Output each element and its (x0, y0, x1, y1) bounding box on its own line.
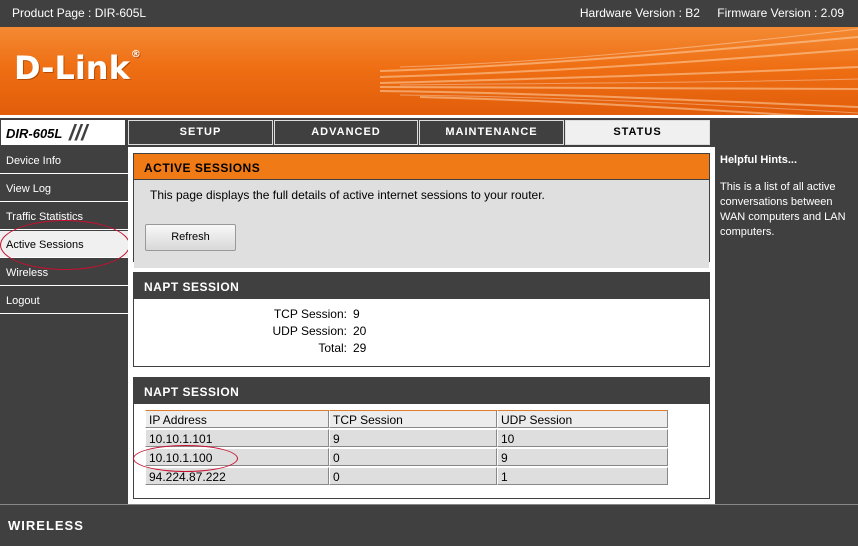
table-cell-udp: 1 (497, 467, 668, 485)
refresh-button[interactable]: Refresh (145, 224, 236, 251)
main-nav: DIR-605L /// SETUP ADVANCED MAINTENANCE … (0, 118, 858, 147)
table-cell-udp: 9 (497, 448, 668, 466)
sidebar-item-device-info[interactable]: Device Info (0, 147, 128, 174)
tab-status[interactable]: STATUS (565, 120, 710, 145)
stat-label: Total: (318, 341, 347, 355)
tab-advanced[interactable]: ADVANCED (274, 120, 418, 145)
sidebar-item-active-sessions[interactable]: Active Sessions (0, 231, 128, 258)
table-cell-tcp: 0 (329, 467, 497, 485)
banner-streaks-decoration (380, 28, 858, 115)
table-cell-ip: 10.10.1.101 (145, 429, 329, 447)
table-cell-tcp: 9 (329, 429, 497, 447)
stat-label: TCP Session: (273, 307, 347, 321)
stat-value: 29 (353, 341, 367, 355)
table-cell-tcp: 0 (329, 448, 497, 466)
table-row: 10.10.1.100 0 9 (145, 448, 668, 467)
sidebar-item-traffic-statistics[interactable]: Traffic Statistics (0, 203, 128, 230)
table-cell-udp: 10 (497, 429, 668, 447)
sidebar-item-wireless[interactable]: Wireless (0, 259, 128, 286)
sidebar: Device Info View Log Traffic Statistics … (0, 147, 128, 504)
sidebar-item-logout[interactable]: Logout (0, 287, 128, 314)
brand-banner: D-Link® (0, 27, 858, 115)
top-info-bar: Product Page : DIR-605L Hardware Version… (0, 0, 858, 27)
hints-body: This is a list of all active conversatio… (720, 181, 846, 238)
stat-value: 20 (353, 324, 367, 338)
logo-text: D-Link (14, 49, 130, 87)
model-slashes-decoration: /// (69, 120, 88, 145)
column-header-ip: IP Address (145, 410, 329, 428)
main-content: ACTIVE SESSIONS This page displays the f… (128, 147, 715, 504)
napt-table-title: NAPT SESSION (134, 378, 709, 404)
product-page-label: Product Page : DIR-605L (12, 6, 147, 20)
model-name: DIR-605L (6, 126, 63, 141)
tab-maintenance[interactable]: MAINTENANCE (419, 120, 564, 145)
sidebar-item-view-log[interactable]: View Log (0, 175, 128, 202)
footer-wireless-label: WIRELESS (8, 518, 84, 533)
napt-summary-stats: TCP Session: 9 UDP Session: 20 Total: 29 (134, 299, 709, 365)
footer: WIRELESS (0, 504, 858, 546)
table-row: 94.224.87.222 0 1 (145, 467, 668, 486)
napt-table-panel: NAPT SESSION IP Address TCP Session UDP … (133, 377, 710, 499)
version-info: Hardware Version : B2 Firmware Version :… (566, 6, 844, 20)
active-sessions-description: This page displays the full details of a… (150, 188, 545, 202)
napt-summary-panel: NAPT SESSION TCP Session: 9 UDP Session:… (133, 272, 710, 367)
helpful-hints-panel: Helpful Hints... This is a list of all a… (715, 147, 858, 504)
active-sessions-title: ACTIVE SESSIONS (134, 154, 709, 180)
table-cell-ip: 94.224.87.222 (145, 467, 329, 485)
active-sessions-panel: ACTIVE SESSIONS This page displays the f… (133, 153, 710, 268)
active-sessions-intro: This page displays the full details of a… (134, 180, 709, 268)
hardware-version: Hardware Version : B2 (579, 6, 700, 20)
model-badge: DIR-605L /// (0, 119, 126, 146)
napt-summary-title: NAPT SESSION (134, 273, 709, 299)
firmware-version: Firmware Version : 2.09 (717, 6, 844, 20)
table-row: 10.10.1.101 9 10 (145, 429, 668, 448)
column-header-udp: UDP Session (497, 410, 668, 428)
table-header-row: IP Address TCP Session UDP Session (145, 410, 668, 429)
stat-label: UDP Session: (272, 324, 347, 338)
table-cell-ip: 10.10.1.100 (145, 448, 329, 466)
tab-setup[interactable]: SETUP (128, 120, 273, 145)
column-header-tcp: TCP Session (329, 410, 497, 428)
stat-value: 9 (353, 307, 360, 321)
registered-mark: ® (130, 49, 141, 60)
hints-title: Helpful Hints... (720, 154, 797, 166)
dlink-logo[interactable]: D-Link® (14, 49, 141, 87)
